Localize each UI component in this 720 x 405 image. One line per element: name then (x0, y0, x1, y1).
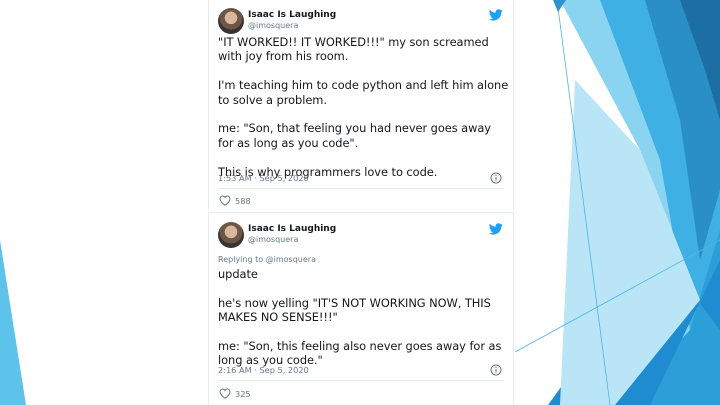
tweet-text: "IT WORKED!! IT WORKED!!!" my son scream… (218, 35, 509, 179)
tweet-card: Isaac Is Laughing @imosquera Replying to… (208, 212, 514, 405)
user-avatar[interactable] (218, 8, 244, 34)
author-name[interactable]: Isaac Is Laughing (248, 10, 336, 20)
replying-to-label[interactable]: Replying to @imosquera (218, 255, 316, 264)
info-icon[interactable] (490, 364, 502, 376)
heart-icon[interactable] (219, 195, 231, 206)
tweet-card: Isaac Is Laughing @imosquera "IT WORKED!… (208, 0, 514, 210)
info-icon[interactable] (490, 172, 502, 184)
tweet-timestamp[interactable]: 2:16 AM · Sep 5, 2020 (218, 365, 309, 375)
tweet-text: update he's now yelling "IT'S NOT WORKIN… (218, 267, 502, 368)
twitter-bird-icon[interactable] (489, 223, 503, 235)
presentation-slide: Isaac Is Laughing @imosquera "IT WORKED!… (0, 0, 720, 405)
user-avatar[interactable] (218, 222, 244, 248)
divider (218, 188, 504, 189)
tweet-timestamp[interactable]: 1:53 AM · Sep 5, 2020 (218, 173, 309, 183)
author-name[interactable]: Isaac Is Laughing (248, 224, 336, 234)
author-handle[interactable]: @imosquera (248, 235, 298, 244)
divider (218, 380, 504, 381)
author-handle[interactable]: @imosquera (248, 21, 298, 30)
twitter-bird-icon[interactable] (489, 9, 503, 21)
heart-icon[interactable] (219, 388, 231, 399)
like-count: 588 (235, 196, 251, 206)
like-count: 325 (235, 389, 251, 399)
